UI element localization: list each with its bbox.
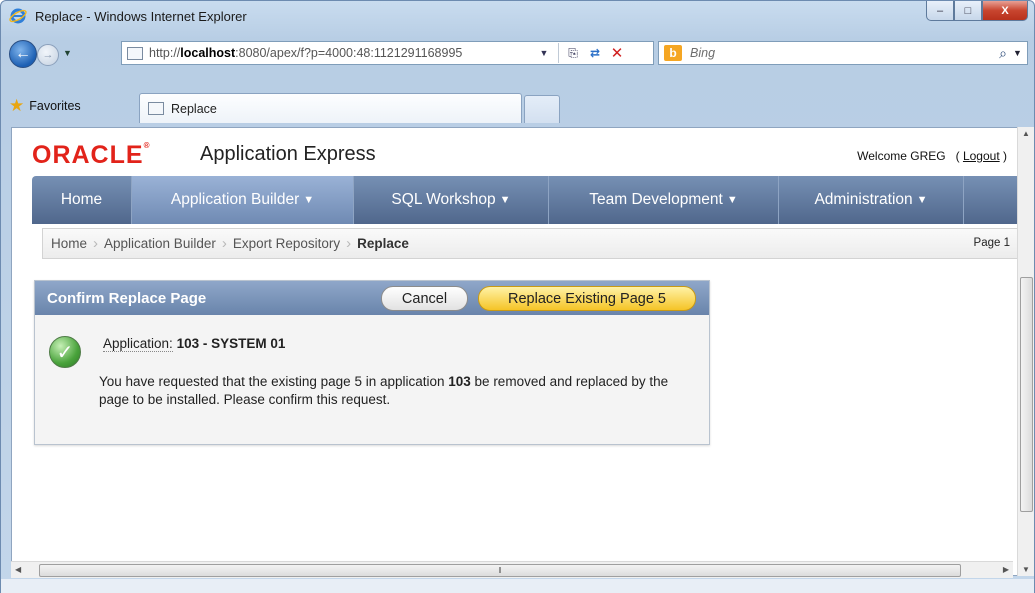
browser-window: Replace - Windows Internet Explorer – □ … <box>0 0 1035 593</box>
caret-down-icon: ▼ <box>499 194 511 206</box>
divider <box>558 43 559 63</box>
horizontal-scrollbar[interactable]: ◀ ‖ ▶ <box>11 561 1013 578</box>
search-icon[interactable]: ⌕ <box>993 45 1013 62</box>
new-tab-button[interactable] <box>524 95 560 123</box>
search-input[interactable]: Bing <box>690 46 993 60</box>
back-button[interactable]: ← <box>9 40 37 68</box>
confirmation-message: You have requested that the existing pag… <box>99 374 669 407</box>
maximize-button[interactable]: □ <box>954 1 982 21</box>
search-bar[interactable]: b Bing ⌕ ▼ <box>658 41 1028 65</box>
scroll-left-icon[interactable]: ◀ <box>15 565 21 574</box>
chevron-right-icon: › <box>221 235 227 252</box>
search-dropdown-icon[interactable]: ▼ <box>1013 48 1027 58</box>
breadcrumb-application-builder[interactable]: Application Builder › <box>104 235 233 252</box>
window-controls: – □ X <box>926 1 1028 23</box>
apex-header: ORACLE® Application Express Welcome GREG… <box>32 138 1007 170</box>
caret-down-icon: ▼ <box>303 194 315 206</box>
favorites-button[interactable]: ★ Favorites <box>9 96 81 116</box>
breadcrumb-replace: Replace <box>357 236 409 251</box>
status-bar <box>1 579 1034 593</box>
chevron-right-icon: › <box>346 235 352 252</box>
tab-application-builder[interactable]: Application Builder ▼ <box>132 176 354 224</box>
chevron-right-icon: › <box>93 235 99 252</box>
tab-label: Replace <box>171 101 217 116</box>
confirm-replace-region: Confirm Replace Page Cancel Replace Exis… <box>34 280 710 445</box>
page-icon <box>127 46 143 60</box>
address-url[interactable]: http://localhost:8080/apex/f?p=4000:48:1… <box>149 46 533 60</box>
compatibility-view-icon[interactable]: ⎘ <box>562 46 584 61</box>
application-value: 103 - SYSTEM 01 <box>176 336 286 351</box>
region-header: Confirm Replace Page Cancel Replace Exis… <box>35 281 709 315</box>
check-icon: ✓ <box>49 336 81 368</box>
window-title: Replace - Windows Internet Explorer <box>35 9 247 24</box>
caret-down-icon: ▼ <box>726 194 738 206</box>
internet-explorer-icon <box>9 8 27 24</box>
stop-icon[interactable]: ✕ <box>606 44 628 62</box>
forward-button[interactable]: → <box>37 44 59 66</box>
application-label: Application: <box>103 336 173 352</box>
region-body: ✓ Application: 103 - SYSTEM 01 You have … <box>35 315 709 444</box>
welcome-area: Welcome GREG ( Logout ) <box>857 149 1007 163</box>
close-button[interactable]: X <box>982 1 1028 21</box>
favorites-bar: ★ Favorites Replace <box>1 91 1034 123</box>
title-bar: Replace - Windows Internet Explorer – □ … <box>1 1 1034 31</box>
logout-link[interactable]: Logout <box>963 149 1000 163</box>
vertical-scrollbar[interactable]: ▲ ▼ <box>1017 127 1034 576</box>
forward-arrow-icon: → <box>42 49 54 61</box>
history-dropdown-icon[interactable]: ▼ <box>63 48 72 58</box>
scroll-down-icon[interactable]: ▼ <box>1022 565 1030 574</box>
vertical-scroll-thumb[interactable] <box>1020 277 1033 512</box>
browser-tab-replace[interactable]: Replace <box>139 93 522 123</box>
application-info: Application: 103 - SYSTEM 01 <box>103 336 286 352</box>
refresh-icon[interactable]: ⇄ <box>584 46 606 60</box>
oracle-logo: ORACLE® <box>32 141 151 169</box>
tab-administration[interactable]: Administration ▼ <box>779 176 964 224</box>
tab-home[interactable]: Home <box>32 176 132 224</box>
region-title: Confirm Replace Page <box>47 289 207 307</box>
page-viewport: ORACLE® Application Express Welcome GREG… <box>11 127 1030 576</box>
back-arrow-icon: ← <box>15 45 31 62</box>
navigation-bar: ← → ▼ http://localhost:8080/apex/f?p=400… <box>1 37 1034 71</box>
address-bar[interactable]: http://localhost:8080/apex/f?p=4000:48:1… <box>121 41 654 65</box>
breadcrumb-export-repository[interactable]: Export Repository › <box>233 235 357 252</box>
replace-existing-page-button[interactable]: Replace Existing Page 5 <box>478 286 696 311</box>
cancel-button[interactable]: Cancel <box>381 286 468 311</box>
breadcrumb-home[interactable]: Home › <box>51 235 104 252</box>
favorites-label: Favorites <box>29 99 81 113</box>
bing-logo-icon: b <box>664 45 682 61</box>
minimize-button[interactable]: – <box>926 1 954 21</box>
page-icon <box>148 102 164 115</box>
scroll-right-icon[interactable]: ▶ <box>1003 565 1009 574</box>
main-nav-tabs: Home Application Builder ▼ SQL Workshop ▼ … <box>32 176 1027 224</box>
tab-sql-workshop[interactable]: SQL Workshop ▼ <box>354 176 549 224</box>
scroll-up-icon[interactable]: ▲ <box>1022 129 1030 138</box>
welcome-text: Welcome GREG <box>857 149 946 163</box>
address-dropdown-icon[interactable]: ▼ <box>533 48 555 58</box>
breadcrumb: Home › Application Builder › Export Reposi… <box>42 228 1027 259</box>
star-icon: ★ <box>9 96 25 115</box>
page-indicator: Page 1 <box>973 237 1010 249</box>
tab-team-development[interactable]: Team Development ▼ <box>549 176 779 224</box>
horizontal-scroll-thumb[interactable]: ‖ <box>39 564 961 577</box>
product-name: Application Express <box>200 143 376 165</box>
caret-down-icon: ▼ <box>916 194 928 206</box>
